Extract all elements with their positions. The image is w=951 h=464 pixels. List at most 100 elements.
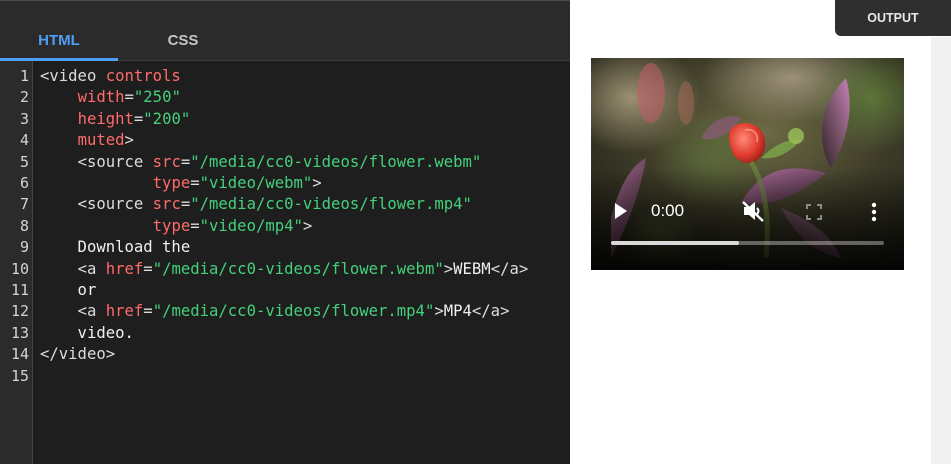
line-number-gutter: 1 2 3 4 5 6 7 8 9 10 11 12 13 14 15 (0, 61, 33, 464)
code-token: = (180, 152, 191, 171)
code-line: <a href="/media/cc0-videos/flower.webm">… (40, 259, 565, 280)
code-token: href (105, 259, 144, 278)
code-line: type="video/webm"> (40, 173, 565, 194)
line-number: 15 (10, 366, 29, 385)
code-line: muted> (40, 130, 565, 151)
line-number: 5 (19, 152, 29, 171)
code-token: <source (77, 152, 153, 171)
code-token: href (105, 302, 144, 321)
line-number: 14 (10, 345, 29, 364)
code-token: </a> (471, 302, 510, 321)
line-number: 3 (19, 109, 29, 128)
code-token: "200" (143, 109, 191, 128)
code-token: src (152, 195, 181, 214)
line-number: 10 (10, 259, 29, 278)
code-token: "/media/cc0-videos/flower.webm" (190, 152, 482, 171)
code-line: width="250" (40, 87, 565, 108)
code-token: <a (77, 302, 106, 321)
output-button-label: OUTPUT (867, 11, 919, 25)
code-line: <source src="/media/cc0-videos/flower.we… (40, 152, 565, 173)
code-token: <a (77, 259, 106, 278)
code-token: WEBM (453, 259, 491, 278)
code-line: <video controls (40, 66, 565, 87)
code-token: > (302, 216, 313, 235)
code-token: </video> (40, 345, 116, 364)
code-line: Download the (40, 237, 565, 258)
code-token: "/media/cc0-videos/flower.mp4" (190, 195, 472, 214)
code-token: "250" (133, 88, 181, 107)
code-token: type (152, 216, 191, 235)
code-token: <source (77, 195, 153, 214)
code-token: or (40, 280, 97, 299)
code-token: "/media/cc0-videos/flower.mp4" (152, 302, 435, 321)
code-token: video. (40, 323, 134, 342)
fullscreen-button[interactable] (806, 204, 822, 220)
code-token: > (443, 259, 454, 278)
code-token: = (190, 173, 200, 192)
current-time: 0:00 (651, 201, 685, 220)
mute-button[interactable] (741, 200, 765, 222)
tab-html[interactable]: HTML (0, 31, 118, 61)
more-options-icon (871, 202, 877, 222)
code-token: "video/mp4" (199, 216, 303, 235)
fullscreen-icon (806, 204, 822, 220)
code-token: </a> (490, 259, 529, 278)
code-token: type (152, 173, 191, 192)
line-number: 12 (10, 302, 29, 321)
progress-fill (611, 241, 740, 245)
code-token: = (133, 109, 144, 128)
code-token: = (143, 302, 153, 321)
line-number: 2 (19, 88, 29, 107)
output-button[interactable]: OUTPUT (835, 0, 951, 36)
code-token: controls (105, 67, 181, 85)
line-number: 13 (10, 323, 29, 342)
code-line: </video> (40, 344, 565, 365)
progress-bar[interactable] (611, 241, 884, 245)
code-token: > (434, 302, 444, 321)
output-scroll-strip[interactable] (931, 37, 951, 464)
muted-speaker-icon (742, 201, 764, 222)
tab-css[interactable]: CSS (124, 31, 242, 61)
code-token: width (77, 88, 125, 107)
code-line: height="200" (40, 109, 565, 130)
editor-tab-bar: HTML CSS (0, 1, 570, 61)
code-line: or (40, 280, 565, 301)
line-number: 7 (19, 195, 29, 214)
tab-css-label: CSS (167, 32, 199, 49)
code-token: = (124, 88, 134, 107)
line-number: 6 (19, 174, 29, 192)
code-line: type="video/mp4"> (40, 216, 565, 237)
code-token: <video (40, 67, 106, 85)
code-token: = (180, 195, 191, 214)
more-options-button[interactable] (870, 202, 878, 222)
code-line: video. (40, 323, 565, 344)
line-number: 8 (19, 216, 29, 235)
video-player[interactable]: 0:00 (591, 58, 904, 270)
playground: HTML CSS 1 2 3 4 5 6 7 8 9 10 11 12 13 14 15 <video co… (0, 0, 951, 464)
code-token: "video/webm" (199, 173, 313, 192)
line-number: 4 (19, 131, 29, 150)
code-token: Download the (40, 238, 191, 257)
code-token: "/media/cc0-videos/flower.webm" (152, 259, 444, 278)
code-line: <source src="/media/cc0-videos/flower.mp… (40, 194, 565, 215)
play-button[interactable] (613, 202, 629, 220)
line-number: 1 (19, 67, 29, 85)
play-icon (615, 203, 627, 219)
code-token: = (190, 216, 200, 235)
code-token: height (77, 109, 134, 128)
code-token: > (312, 173, 322, 192)
html-code-area[interactable]: <video controls width="250" height="200"… (40, 66, 565, 387)
code-token: MP4 (443, 302, 472, 321)
code-token: src (152, 152, 181, 171)
code-token: muted (77, 131, 125, 150)
code-token: > (124, 131, 134, 150)
tab-html-label: HTML (38, 32, 80, 49)
